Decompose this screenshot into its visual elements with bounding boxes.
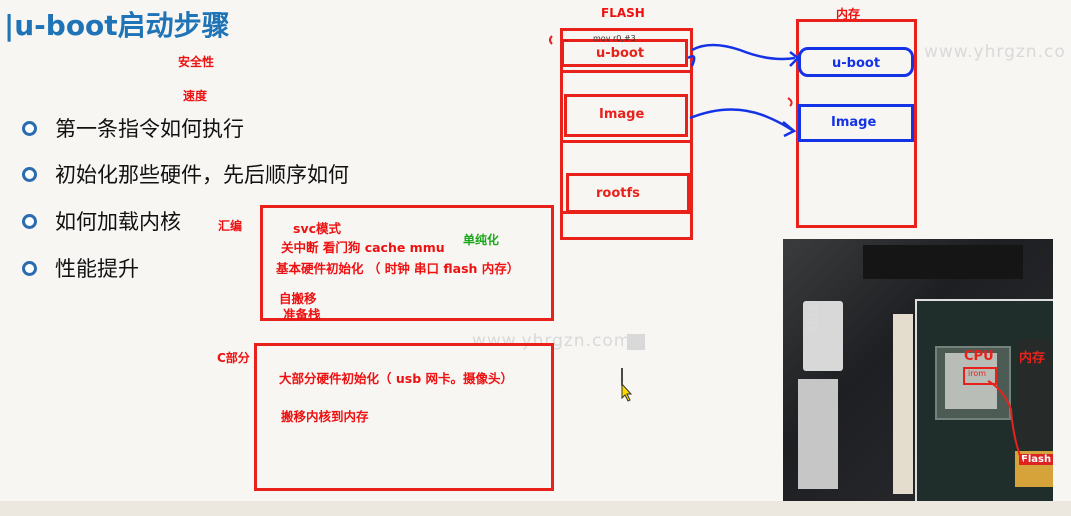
cpu-label: CPU <box>964 349 994 364</box>
bullet-text: 第一条指令如何执行 <box>55 117 244 141</box>
memory-image-label: Image <box>831 115 877 130</box>
photo-chip-label: 2105 <box>806 303 820 332</box>
bullet-item: 如何加载内核 <box>22 206 181 236</box>
bullet-dot-icon <box>22 260 37 276</box>
bullet-dot-icon <box>22 213 37 229</box>
bullet-text: 如何加载内核 <box>55 210 181 234</box>
asm-line-stack: 准备栈 <box>283 307 321 322</box>
slide-title: |u-boot启动步骤 <box>4 9 230 42</box>
bullet-text: 性能提升 <box>55 257 139 281</box>
red-tick-mark <box>787 97 793 107</box>
bullet-item: 第一条指令如何执行 <box>22 113 244 143</box>
red-mark <box>549 35 553 45</box>
memory-uboot-label: u-boot <box>832 56 881 71</box>
note-assembly: 汇编 <box>218 219 243 233</box>
watermark-square <box>627 334 645 350</box>
image-copy-arrow <box>689 108 793 132</box>
photo-usb <box>798 379 838 489</box>
bullet-dot-icon <box>22 120 37 136</box>
note-c-part: C部分 <box>217 351 250 365</box>
asm-line-svc: svc模式 <box>293 221 341 236</box>
photo-slot <box>893 314 913 494</box>
note-speed: 速度 <box>183 89 208 103</box>
flash-label: FLASH <box>601 6 645 20</box>
asm-line-hw: 基本硬件初始化 （ 时钟 串口 flash 内存） <box>276 261 520 276</box>
uboot-copy-arrow <box>691 43 796 61</box>
irom-label: irom <box>968 369 987 378</box>
bullet-text: 初始化那些硬件，先后顺序如何 <box>55 163 349 187</box>
mouse-cursor-icon <box>621 368 633 402</box>
board-photo: 2105 CPU irom 内存 Flash <box>783 239 1053 501</box>
bullet-dot-icon <box>22 166 37 182</box>
bullet-item: 性能提升 <box>22 253 139 283</box>
note-simplify: 单纯化 <box>463 233 500 247</box>
photo-connector <box>863 245 1023 279</box>
asm-line-irq: 关中断 看门狗 cache mmu <box>281 240 445 255</box>
copy-arrows <box>549 35 800 138</box>
bottom-bar <box>0 501 1071 516</box>
note-security: 安全性 <box>178 55 215 69</box>
flash-rootfs-label: rootfs <box>596 186 640 201</box>
photo-scribble <box>987 380 1024 465</box>
c-line-hw: 大部分硬件初始化（ usb 网卡。摄像头） <box>279 371 513 386</box>
uboot-arrow-hook <box>687 55 696 67</box>
photo-mem-label: 内存 <box>1019 351 1046 366</box>
watermark-top: www.yhrgzn.co <box>924 42 1066 62</box>
c-line-kernel: 搬移内核到内存 <box>281 409 369 424</box>
bullet-item: 初始化那些硬件，先后顺序如何 <box>22 159 349 189</box>
